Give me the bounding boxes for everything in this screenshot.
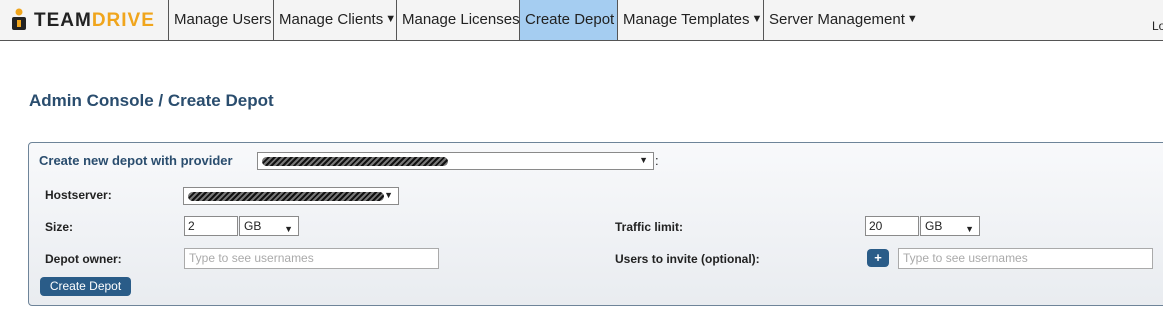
- invite-users-input[interactable]: Type to see usernames: [898, 248, 1153, 269]
- chevron-down-icon: ▼: [751, 13, 763, 25]
- create-depot-panel: Create new depot with provider ▼ : Hosts…: [28, 142, 1163, 306]
- hostserver-select[interactable]: ▼: [183, 187, 399, 205]
- chevron-down-icon: ▼: [385, 13, 397, 25]
- nav-manage-clients[interactable]: Manage Clients ▼: [273, 0, 396, 40]
- depot-owner-label: Depot owner:: [45, 252, 122, 266]
- nav-label: Server Management: [769, 11, 905, 28]
- invite-users-label: Users to invite (optional):: [615, 252, 760, 266]
- size-label: Size:: [45, 220, 74, 234]
- nav-manage-users[interactable]: Manage Users: [168, 0, 273, 40]
- provider-select[interactable]: ▼: [257, 152, 654, 170]
- chevron-down-icon: ▼: [906, 13, 918, 25]
- logo-wordmark: TEAMDRIVE: [34, 9, 155, 31]
- traffic-limit-label: Traffic limit:: [615, 220, 684, 234]
- page-title: Admin Console / Create Depot: [29, 91, 274, 110]
- hostserver-label: Hostserver:: [45, 188, 112, 202]
- nav-label: Manage Templates: [623, 11, 750, 28]
- app-logo[interactable]: TEAMDRIVE: [0, 0, 168, 40]
- chevron-down-icon: ▼: [965, 224, 974, 234]
- nav-label: Manage Clients: [279, 11, 384, 28]
- traffic-unit-select[interactable]: GB ▼: [920, 216, 980, 236]
- redacted-value: [262, 157, 448, 166]
- nav-label: Create Depot: [525, 11, 615, 28]
- create-depot-button[interactable]: Create Depot: [40, 277, 131, 296]
- provider-colon: :: [655, 153, 659, 168]
- redacted-value: [188, 192, 384, 201]
- nav-label: Manage Users: [174, 11, 272, 28]
- traffic-limit-input[interactable]: 20: [865, 216, 919, 236]
- top-navbar: TEAMDRIVE Manage Users Manage Clients ▼ M…: [0, 0, 1163, 41]
- logout-link[interactable]: Lo: [1152, 19, 1163, 33]
- size-unit-select[interactable]: GB ▼: [239, 216, 299, 236]
- size-unit-value: GB: [244, 219, 262, 233]
- chevron-down-icon: ▼: [639, 155, 648, 165]
- nav-server-management[interactable]: Server Management ▼: [763, 0, 923, 40]
- nav-label: Manage Licenses: [402, 11, 520, 28]
- nav-manage-templates[interactable]: Manage Templates ▼: [617, 0, 763, 40]
- traffic-unit-value: GB: [925, 219, 943, 233]
- panel-heading: Create new depot with provider: [39, 153, 233, 168]
- chevron-down-icon: ▼: [284, 224, 293, 234]
- add-invite-button[interactable]: +: [867, 249, 889, 267]
- chevron-down-icon: ▼: [384, 190, 393, 200]
- size-input[interactable]: 2: [184, 216, 238, 236]
- depot-owner-input[interactable]: Type to see usernames: [184, 248, 439, 269]
- nav-create-depot[interactable]: Create Depot: [519, 0, 617, 40]
- teamdrive-logo-icon: [12, 8, 26, 30]
- nav-manage-licenses[interactable]: Manage Licenses: [396, 0, 520, 40]
